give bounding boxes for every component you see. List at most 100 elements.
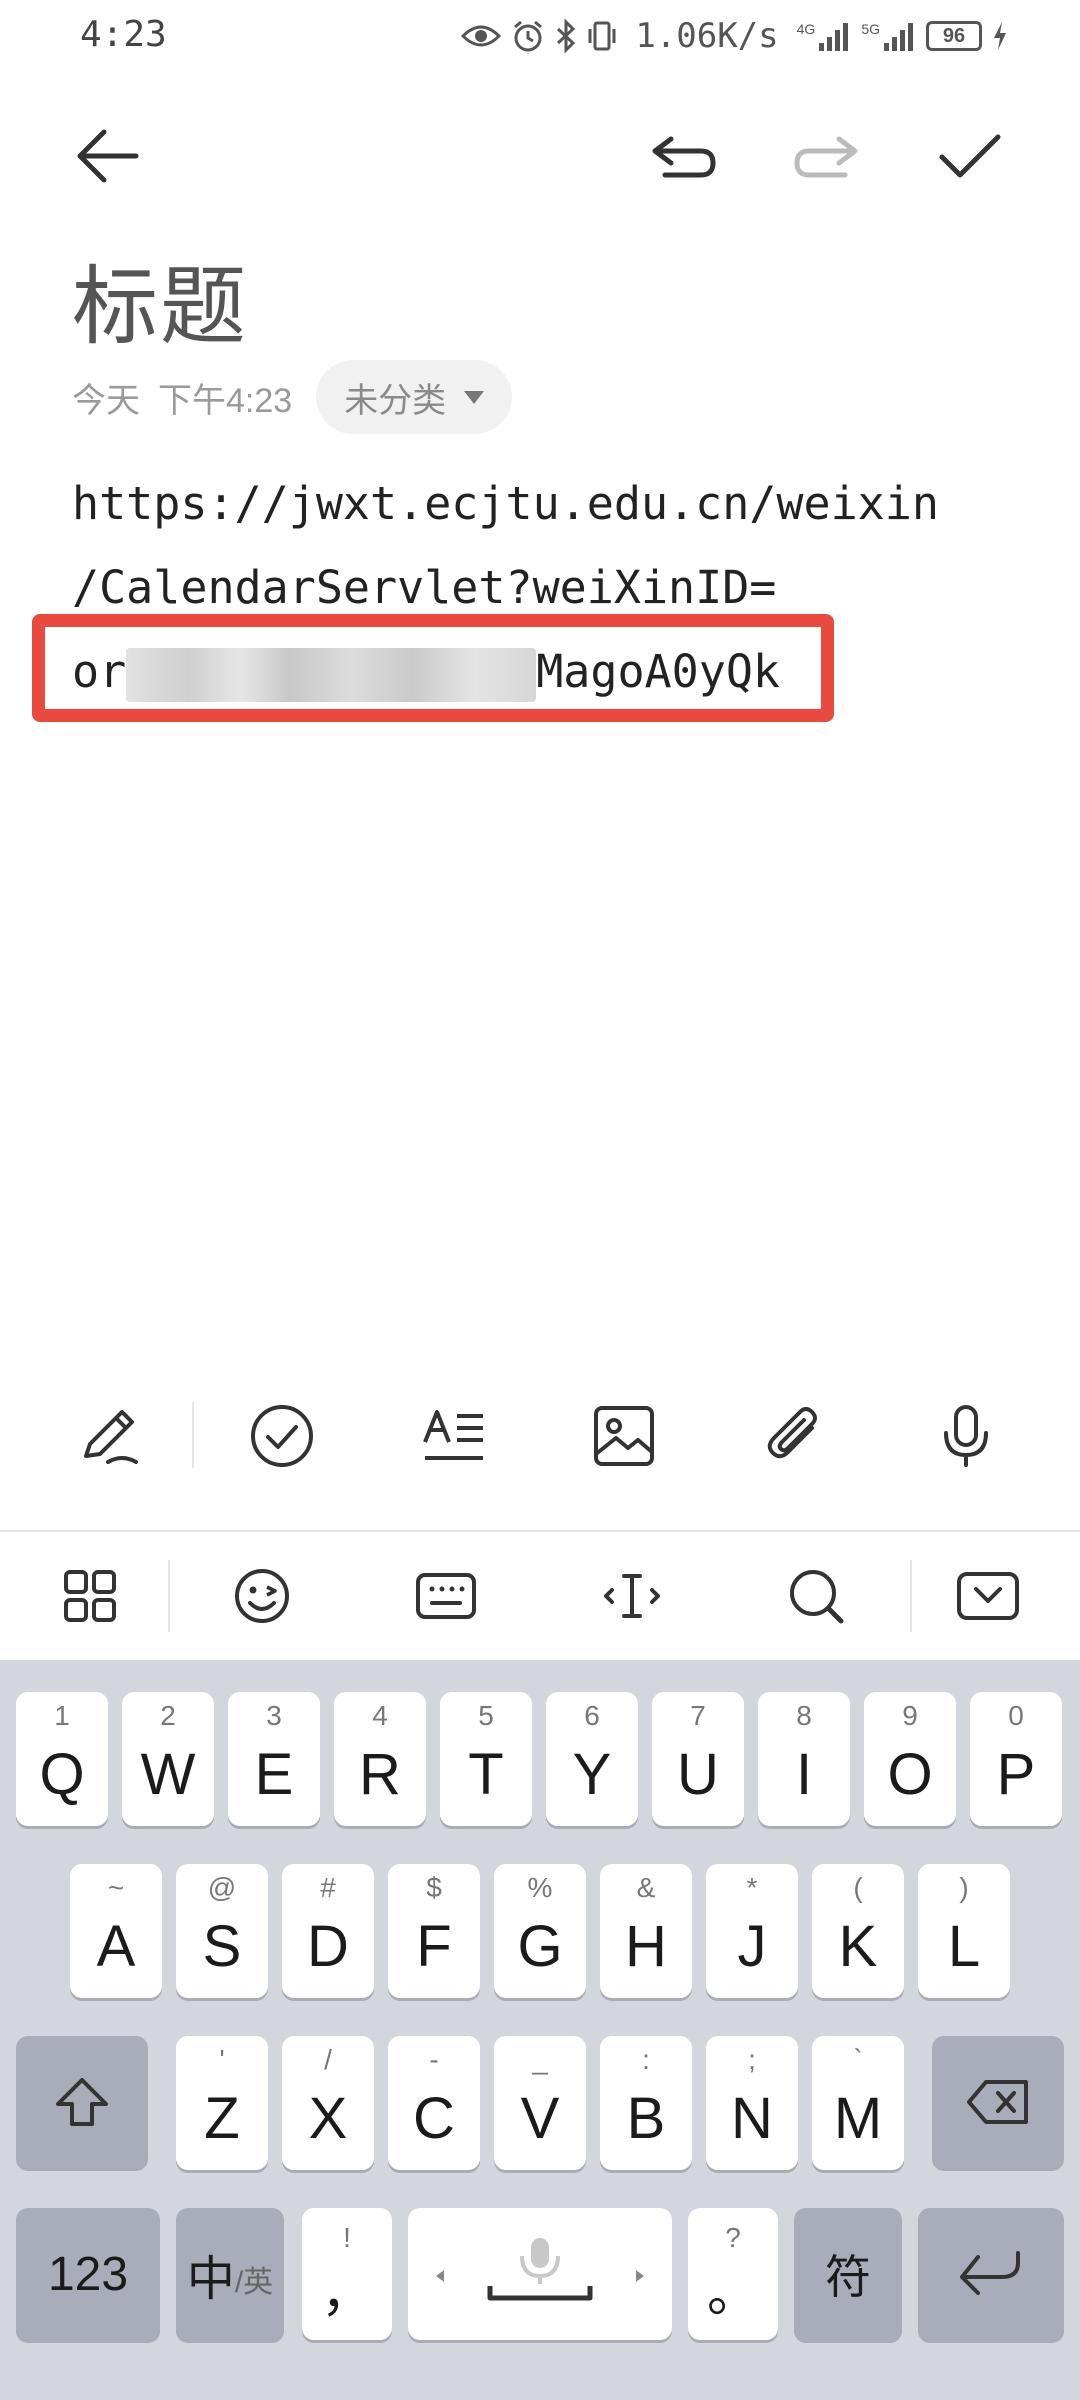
microphone-icon (944, 1405, 988, 1467)
key-q[interactable]: 1Q (16, 1692, 108, 1826)
keyboard-toolbar-divider (168, 1560, 170, 1632)
period-key-label: 。 (706, 2265, 759, 2323)
comma-key[interactable]: ! ， (302, 2208, 392, 2340)
key-a[interactable]: ~ A (70, 1864, 162, 1998)
symbol-key[interactable]: 符 (794, 2208, 902, 2340)
key-hint: 7 (690, 1700, 706, 1731)
key-g[interactable]: % G (494, 1864, 586, 1998)
number-key[interactable]: 123 (16, 2208, 160, 2340)
language-switch-label: 中/英 (176, 2208, 284, 2340)
backspace-key[interactable] (932, 2036, 1064, 2168)
text-format-button[interactable] (408, 1390, 500, 1482)
redo-button[interactable] (780, 110, 872, 202)
key-f[interactable]: $ F (388, 1864, 480, 1998)
key-hint: 2 (160, 1700, 176, 1731)
key-k[interactable]: (K (812, 1864, 904, 1998)
key-j[interactable]: * J (706, 1864, 798, 1998)
note-title[interactable]: 标题 (72, 236, 248, 361)
period-key-hint: ? (725, 2222, 741, 2253)
grid-menu-icon (64, 1570, 116, 1622)
status-time: 4:23 (80, 14, 167, 55)
key-v[interactable]: _ V (494, 2036, 586, 2170)
key-label: I (795, 1742, 813, 1807)
category-dropdown[interactable]: 未分类 (316, 360, 513, 434)
battery-icon: 96 (926, 21, 982, 51)
undo-button[interactable] (638, 110, 730, 202)
space-key[interactable] (408, 2208, 672, 2340)
hide-keyboard-icon (957, 1572, 1019, 1620)
key-hint: & (636, 1872, 656, 1903)
signal-1-label: 4G (796, 21, 816, 37)
key-label: Y (572, 1742, 612, 1807)
confirm-button[interactable] (924, 110, 1016, 202)
key-label: W (140, 1742, 196, 1807)
handwriting-button[interactable] (64, 1390, 156, 1482)
dropdown-arrow-icon (464, 390, 485, 404)
key-hint: 1 (54, 1700, 70, 1731)
lang-sub-label: /英 (234, 2266, 274, 2299)
keyboard-search-button[interactable] (770, 1550, 862, 1642)
key-label: O (887, 1742, 933, 1807)
key-label: A (96, 1914, 136, 1979)
key-label: Q (39, 1742, 85, 1807)
keyboard-menu-button[interactable] (44, 1550, 136, 1642)
enter-key[interactable] (918, 2208, 1064, 2340)
key-s[interactable]: @ S (176, 1864, 268, 1998)
edit-toolbar (0, 1390, 1080, 1482)
key-m[interactable]: ` M (812, 2036, 904, 2170)
emoji-button[interactable] (216, 1550, 308, 1642)
key-w[interactable]: 2W (122, 1692, 214, 1826)
toolbar-divider (192, 1402, 194, 1468)
key-t[interactable]: 5T (440, 1692, 532, 1826)
key-d[interactable]: # D (282, 1864, 374, 1998)
key-n[interactable]: ; N (706, 2036, 798, 2170)
key-label: S (202, 1914, 242, 1979)
key-label: E (254, 1742, 294, 1807)
shift-key[interactable] (16, 2036, 148, 2168)
insert-image-button[interactable] (578, 1390, 670, 1482)
note-body-line-1: https://jwxt.ecjtu.edu.cn/weixin (72, 477, 939, 530)
key-label: M (833, 2086, 883, 2151)
key-label: R (359, 1742, 401, 1807)
cursor-move-button[interactable] (586, 1550, 678, 1642)
key-b[interactable]: :B (600, 2036, 692, 2170)
key-label: J (737, 1914, 767, 1979)
category-label: 未分类 (344, 381, 447, 420)
key-hint: ( (853, 1872, 863, 1903)
back-arrow-icon (77, 129, 139, 183)
checklist-icon (251, 1405, 313, 1467)
key-z[interactable]: ' Z (176, 2036, 268, 2170)
charging-icon (994, 22, 1006, 50)
key-x[interactable]: / X (282, 2036, 374, 2170)
key-p[interactable]: 0P (970, 1692, 1062, 1826)
key-hint: ' (219, 2044, 225, 2075)
key-y[interactable]: 6Y (546, 1692, 638, 1826)
key-e[interactable]: 3E (228, 1692, 320, 1826)
key-h[interactable]: & H (600, 1864, 692, 1998)
key-c[interactable]: -C (388, 2036, 480, 2170)
hide-keyboard-button[interactable] (942, 1550, 1034, 1642)
key-hint: # (320, 1872, 336, 1903)
shift-icon (56, 2078, 108, 2126)
keyboard-toolbar (0, 1532, 1080, 1660)
back-button[interactable] (62, 110, 154, 202)
note-time: 下午4:23 (158, 381, 293, 420)
attachment-button[interactable] (748, 1390, 840, 1482)
key-o[interactable]: 9O (864, 1692, 956, 1826)
cursor-icon (604, 1574, 660, 1618)
key-i[interactable]: 8I (758, 1692, 850, 1826)
note-meta: 今天 下午4:23 未分类 (72, 360, 513, 434)
key-hint: * (746, 1872, 758, 1903)
key-hint: 6 (584, 1700, 600, 1731)
checklist-button[interactable] (236, 1390, 328, 1482)
language-switch-key[interactable]: 中/英 (176, 2208, 284, 2340)
key-hint: $ (426, 1872, 442, 1903)
period-key[interactable]: ? 。 (688, 2208, 778, 2340)
key-u[interactable]: 7U (652, 1692, 744, 1826)
key-l[interactable]: ) L (918, 1864, 1010, 1998)
voice-input-button[interactable] (920, 1390, 1012, 1482)
key-r[interactable]: 4R (334, 1692, 426, 1826)
key-label: X (308, 2086, 348, 2151)
keyboard-switch-button[interactable] (400, 1550, 492, 1642)
key-label: T (468, 1742, 504, 1807)
